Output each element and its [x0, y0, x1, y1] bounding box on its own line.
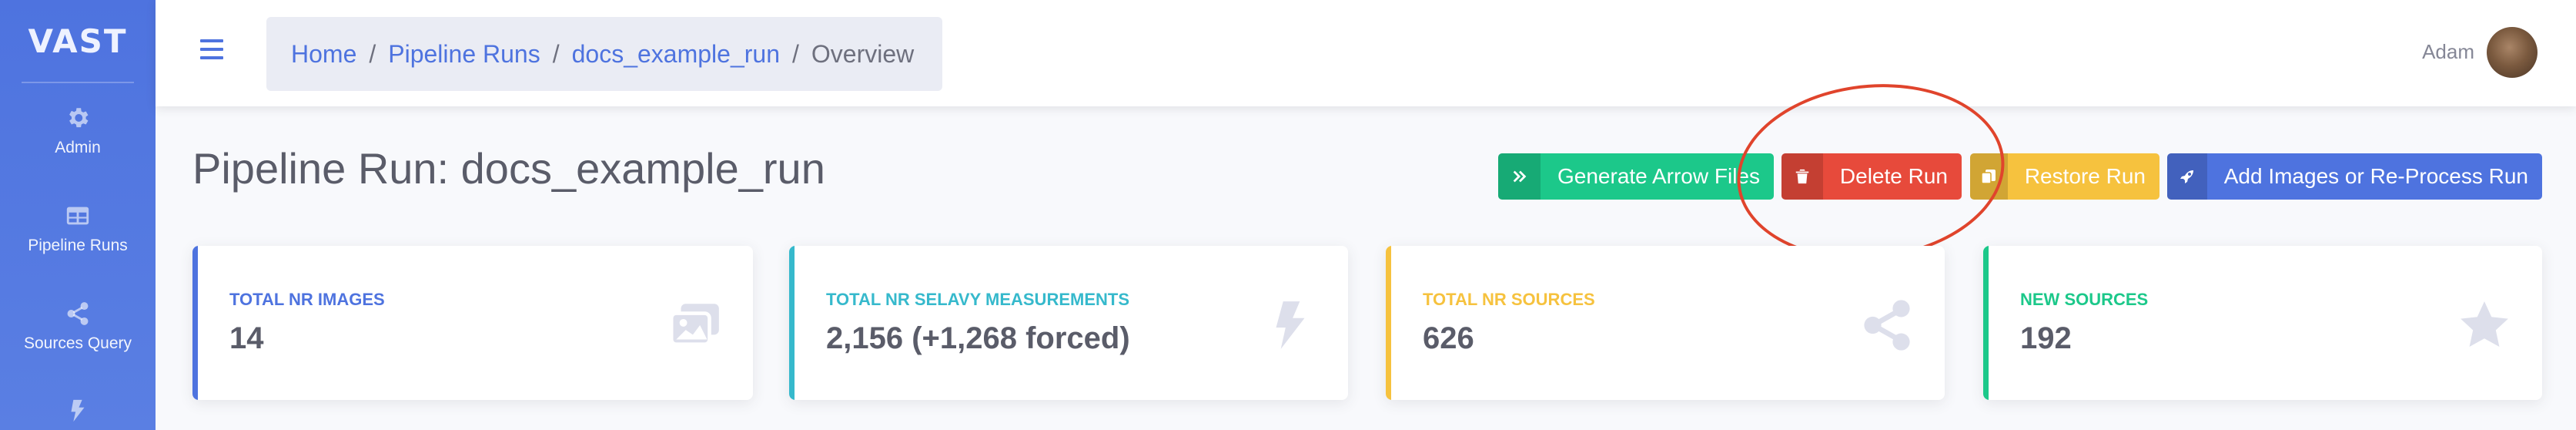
card-value: 626 — [1423, 321, 1474, 355]
card-accent-bar — [789, 246, 795, 400]
sidebar-item-measurements[interactable] — [0, 398, 156, 430]
sidebar: VAST Admin Pipeline Runs Sources Query — [0, 0, 156, 430]
share-icon — [1864, 300, 1910, 351]
brand-text: VAST — [28, 22, 128, 60]
table-icon — [66, 207, 89, 225]
images-icon — [669, 304, 719, 346]
card-accent-bar — [1983, 246, 1989, 400]
topbar: Home / Pipeline Runs / docs_example_run … — [156, 0, 2576, 106]
gear-icon — [69, 108, 89, 128]
stat-card-selavy-measurements: TOTAL NR SELAVY MEASUREMENTS 2,156 (+1,2… — [789, 246, 1348, 400]
card-accent-bar — [192, 246, 198, 400]
breadcrumb-separator: / — [552, 39, 560, 68]
user-name[interactable]: Adam — [2422, 40, 2474, 64]
sidebar-item-sources-query[interactable]: Sources Query — [0, 301, 156, 353]
card-value: 14 — [229, 321, 264, 355]
sidebar-item-label: Pipeline Runs — [28, 237, 128, 254]
card-title: TOTAL NR IMAGES — [229, 290, 385, 309]
page-title: Pipeline Run: docs_example_run — [192, 144, 825, 193]
rocket-icon — [2167, 153, 2207, 200]
card-title: TOTAL NR SOURCES — [1423, 290, 1595, 309]
breadcrumb-pipeline-runs[interactable]: Pipeline Runs — [388, 40, 540, 69]
sidebar-divider — [22, 82, 134, 83]
brand-logo[interactable]: VAST — [0, 0, 156, 82]
menu-toggle-icon[interactable] — [200, 39, 223, 59]
breadcrumb-separator: / — [791, 39, 799, 68]
breadcrumb-home[interactable]: Home — [291, 40, 356, 69]
card-title: NEW SOURCES — [2020, 290, 2149, 309]
breadcrumb-current: Overview — [811, 39, 915, 68]
stat-card-new-sources: NEW SOURCES 192 — [1983, 246, 2542, 400]
card-title: TOTAL NR SELAVY MEASUREMENTS — [826, 290, 1130, 309]
card-value: 192 — [2020, 321, 2072, 355]
card-accent-bar — [1386, 246, 1391, 400]
bolt-icon — [71, 399, 85, 422]
add-images-reprocess-button[interactable]: Add Images or Re-Process Run — [2167, 153, 2542, 200]
stat-card-total-sources: TOTAL NR SOURCES 626 — [1386, 246, 1945, 400]
sidebar-item-label: Admin — [55, 139, 101, 156]
button-label: Add Images or Re-Process Run — [2223, 164, 2528, 188]
breadcrumb-separator: / — [369, 39, 376, 68]
share-icon — [67, 302, 89, 325]
generate-arrow-files-button[interactable]: Generate Arrow Files — [1498, 153, 1774, 200]
sidebar-item-admin[interactable]: Admin — [0, 105, 156, 157]
breadcrumb: Home / Pipeline Runs / docs_example_run … — [266, 17, 942, 91]
card-value: 2,156 (+1,268 forced) — [826, 321, 1130, 355]
sidebar-item-label: Sources Query — [23, 334, 132, 352]
breadcrumb-run-name[interactable]: docs_example_run — [572, 40, 780, 69]
double-chevron-right-icon — [1498, 153, 1541, 200]
stat-card-total-images: TOTAL NR IMAGES 14 — [192, 246, 753, 400]
button-label: Restore Run — [2024, 164, 2146, 188]
bolt-icon — [1276, 301, 1305, 349]
avatar[interactable] — [2487, 27, 2538, 78]
sidebar-item-pipeline-runs[interactable]: Pipeline Runs — [0, 203, 156, 255]
star-icon — [2461, 301, 2508, 348]
